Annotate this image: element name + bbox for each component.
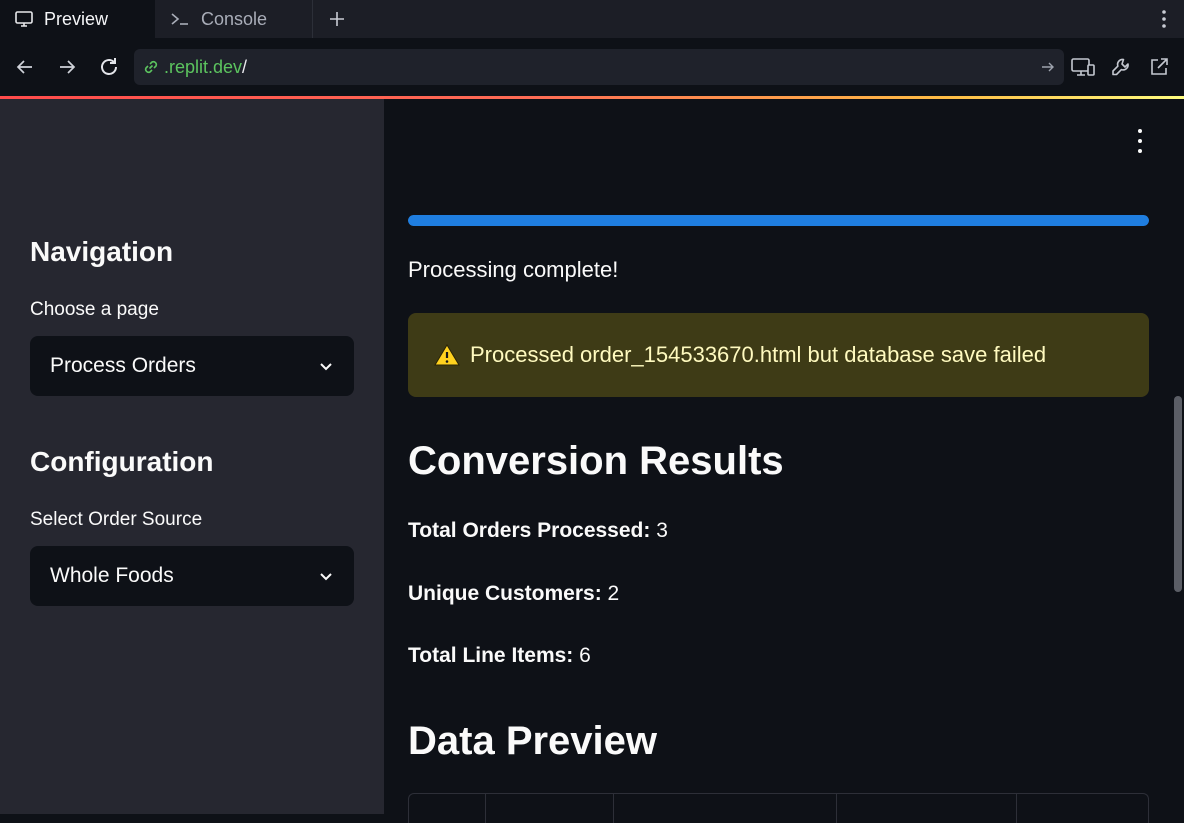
url-path: / [242, 56, 248, 77]
page-scrollbar[interactable] [1174, 396, 1182, 592]
page-select-label: Choose a page [30, 299, 159, 320]
devices-button[interactable] [1064, 47, 1102, 87]
source-select-value: Whole Foods [50, 564, 174, 587]
table-header-cell[interactable] [486, 794, 614, 823]
monitor-icon [14, 9, 34, 29]
stat-value: 2 [607, 582, 620, 605]
stat-label: Unique Customers: [408, 582, 602, 605]
source-select[interactable]: Whole Foods [30, 546, 354, 606]
table-header-index[interactable] [409, 794, 486, 823]
table-header-cell[interactable] [614, 794, 837, 823]
sidebar: Navigation Choose a page Process Orders … [0, 99, 384, 814]
source-select-label: Select Order Source [30, 509, 203, 530]
page-select-value: Process Orders [50, 354, 196, 377]
browser-tab-bar: Preview Console [0, 0, 1184, 38]
page-select[interactable]: Process Orders [30, 336, 354, 396]
stat-line-items: Total Line Items: 6 [408, 644, 591, 668]
tab-console[interactable]: Console [155, 0, 313, 38]
stat-value: 3 [656, 519, 668, 542]
tab-label: Console [201, 8, 268, 29]
devices-icon [1071, 58, 1095, 76]
stat-label: Total Line Items: [408, 644, 574, 667]
stat-label: Total Orders Processed: [408, 519, 651, 542]
address-bar: .replit.dev / [0, 38, 1184, 96]
terminal-icon [169, 9, 191, 29]
more-vertical-icon [1162, 10, 1166, 28]
back-button[interactable] [4, 47, 46, 87]
table-header-cell[interactable] [837, 794, 1017, 823]
tab-spacer [361, 0, 1144, 38]
warning-alert: Processed order_154533670.html but datab… [408, 313, 1149, 397]
stat-value: 6 [579, 644, 591, 667]
results-heading: Conversion Results [408, 439, 784, 483]
url-field[interactable]: .replit.dev / [134, 49, 1064, 85]
configuration-heading: Configuration [30, 446, 214, 477]
arrow-left-icon [16, 60, 32, 74]
stat-unique-customers: Unique Customers: 2 [408, 582, 619, 606]
main-content: Processing complete! Processed order_154… [384, 99, 1184, 823]
open-external-button[interactable] [1140, 47, 1178, 87]
wrench-icon [1112, 58, 1129, 76]
chevron-down-icon [318, 568, 334, 584]
preview-heading: Data Preview [408, 719, 658, 763]
table-header-cell[interactable] [1017, 794, 1148, 823]
external-link-icon [1151, 58, 1168, 75]
more-vertical-icon [1138, 129, 1142, 133]
new-tab-button[interactable] [313, 0, 361, 38]
url-host: .replit.dev [164, 56, 243, 77]
reload-icon [101, 58, 117, 75]
stat-total-orders: Total Orders Processed: 3 [408, 519, 668, 543]
chevron-down-icon [318, 358, 334, 374]
arrow-right-icon [60, 60, 76, 74]
main-menu-button[interactable] [1130, 129, 1150, 153]
progress-fill [408, 215, 1149, 226]
tab-preview[interactable]: Preview [0, 0, 155, 38]
reload-button[interactable] [88, 47, 130, 87]
status-text: Processing complete! [408, 257, 619, 282]
forward-button[interactable] [46, 47, 88, 87]
tab-label: Preview [44, 8, 109, 29]
navigation-heading: Navigation [30, 236, 174, 267]
warning-message: Processed order_154533670.html but datab… [470, 342, 1047, 367]
go-arrow-icon[interactable] [1040, 59, 1056, 75]
progress-bar [408, 215, 1149, 226]
link-icon [142, 58, 160, 76]
tab-menu-button[interactable] [1144, 0, 1184, 38]
plus-icon [330, 12, 344, 26]
data-preview-table[interactable] [408, 793, 1149, 823]
warning-icon [434, 343, 460, 367]
devtools-button[interactable] [1102, 47, 1140, 87]
